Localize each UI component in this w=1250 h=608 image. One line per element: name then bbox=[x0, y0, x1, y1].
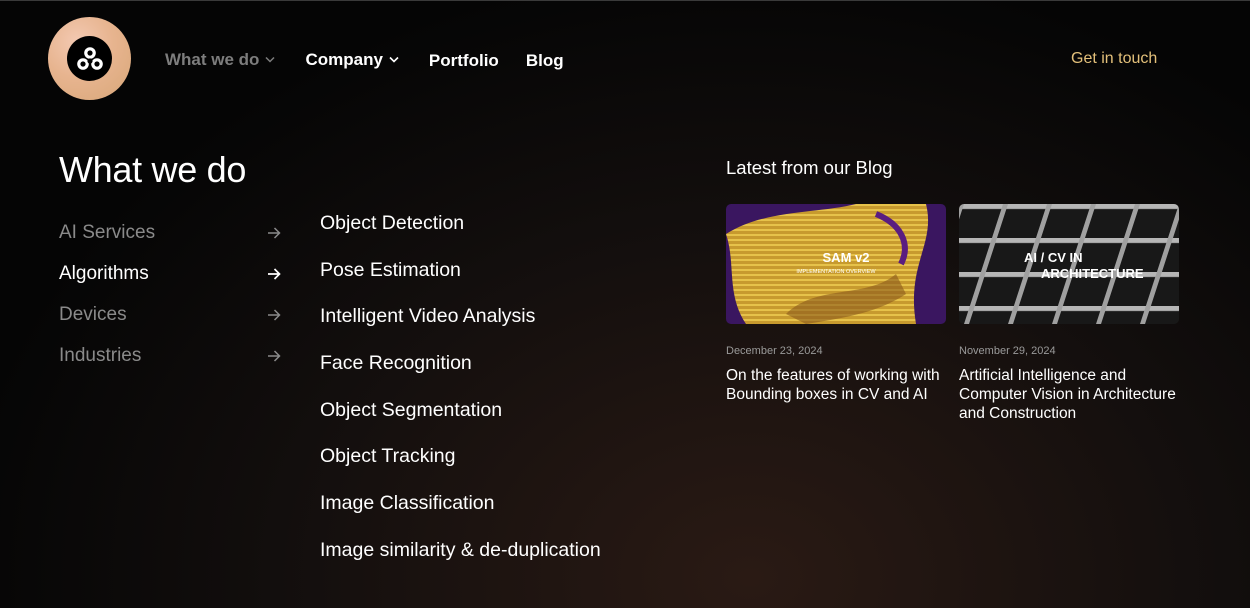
blog-date: November 29, 2024 bbox=[959, 345, 1056, 357]
category-algorithms[interactable]: Algorithms bbox=[59, 253, 281, 294]
menu-link-intelligent-video-analysis[interactable]: Intelligent Video Analysis bbox=[320, 303, 601, 350]
get-in-touch-link[interactable]: Get in touch bbox=[1071, 50, 1157, 68]
menu-link-pose-estimation[interactable]: Pose Estimation bbox=[320, 257, 601, 304]
blog-heading: Latest from our Blog bbox=[726, 157, 893, 178]
menu-link-object-tracking[interactable]: Object Tracking bbox=[320, 443, 601, 490]
nav-company-label: Company bbox=[305, 49, 383, 69]
thumb-caption: AI / CV IN bbox=[1024, 250, 1083, 265]
nav-company[interactable]: Company bbox=[305, 49, 399, 70]
thumb-caption: SAM v2 bbox=[823, 250, 870, 265]
arrow-right-icon bbox=[267, 226, 281, 239]
nav-what-we-do-label: What we do bbox=[165, 49, 260, 69]
menu-link-image-similarity[interactable]: Image similarity & de-duplication bbox=[320, 537, 601, 584]
menu-title: What we do bbox=[59, 149, 247, 190]
category-label: Algorithms bbox=[59, 262, 149, 284]
main-nav: What we do Company Portfolio Blog bbox=[165, 48, 564, 71]
thumb-subcaption: ARCHITECTURE bbox=[1041, 266, 1144, 281]
logo[interactable] bbox=[48, 17, 131, 100]
menu-link-object-segmentation[interactable]: Object Segmentation bbox=[320, 397, 601, 444]
chevron-down-icon bbox=[265, 56, 275, 63]
thumb-subcaption: IMPLEMENTATION OVERVIEW bbox=[796, 269, 876, 275]
blog-post-title: On the features of working with Bounding… bbox=[726, 367, 940, 403]
category-label: Industries bbox=[59, 344, 142, 366]
top-border bbox=[0, 0, 1250, 1]
category-list: AI Services Algorithms Devices Industrie… bbox=[59, 212, 281, 376]
nav-blog-label: Blog bbox=[525, 51, 564, 70]
menu-link-object-detection[interactable]: Object Detection bbox=[320, 210, 601, 257]
algorithm-list: Object Detection Pose Estimation Intelli… bbox=[320, 210, 601, 584]
blog-thumbnail: SAM v2 IMPLEMENTATION OVERVIEW bbox=[726, 204, 946, 324]
menu-link-face-recognition[interactable]: Face Recognition bbox=[320, 350, 601, 397]
category-industries[interactable]: Industries bbox=[59, 335, 281, 376]
arrow-right-icon bbox=[267, 267, 281, 280]
chevron-down-icon bbox=[389, 56, 399, 63]
category-ai-services[interactable]: AI Services bbox=[59, 212, 281, 253]
category-devices[interactable]: Devices bbox=[59, 294, 281, 335]
category-label: AI Services bbox=[59, 221, 156, 243]
blog-card[interactable]: SAM v2 IMPLEMENTATION OVERVIEW December … bbox=[726, 204, 946, 404]
nav-what-we-do[interactable]: What we do bbox=[165, 50, 275, 70]
category-label: Devices bbox=[59, 303, 127, 325]
blog-card[interactable]: AI / CV IN ARCHITECTURE November 29, 202… bbox=[959, 204, 1179, 423]
nav-blog[interactable]: Blog bbox=[526, 51, 564, 71]
nav-portfolio[interactable]: Portfolio bbox=[429, 51, 499, 71]
nav-portfolio-label: Portfolio bbox=[428, 51, 499, 70]
trefoil-logo-icon bbox=[67, 36, 112, 81]
blog-thumbnail: AI / CV IN ARCHITECTURE bbox=[959, 204, 1179, 324]
arrow-right-icon bbox=[267, 349, 281, 362]
blog-date: December 23, 2024 bbox=[726, 345, 823, 357]
menu-link-image-classification[interactable]: Image Classification bbox=[320, 490, 601, 537]
arrow-right-icon bbox=[267, 308, 281, 321]
blog-post-title: Artificial Intelligence and Computer Vis… bbox=[959, 367, 1176, 422]
